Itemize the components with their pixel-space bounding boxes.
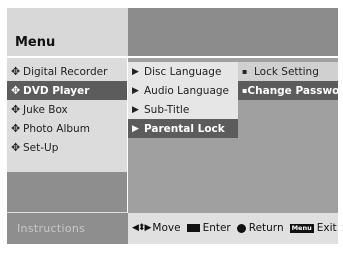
sub-menu-item-label: Sub-Title [144,103,190,116]
option-item-label: Change Password [247,84,338,97]
return-hint: Return [236,222,284,234]
dvd-menu-screen: Menu ✥ Digital Recorder ✥ DVD Player ✥ J… [0,0,343,262]
menu-key-icon: Menu [289,223,314,233]
key-hints-bar: ◀⬍▶ Move Enter Return Menu Exit [128,213,338,244]
enter-hint-label: Enter [202,222,231,234]
dot-icon: ▪ [242,67,248,76]
instructions-panel: Instructions [7,213,128,244]
main-menu-item-digital-recorder[interactable]: ✥ Digital Recorder [7,62,127,81]
option-item-change-password[interactable]: ▪ Change Password [238,81,338,100]
move-hint: ◀⬍▶ Move [132,222,181,234]
sub-menu-item-label: Parental Lock [144,122,225,135]
main-menu-item-dvd-player[interactable]: ✥ DVD Player [7,81,127,100]
sub-menu-item-sub-title[interactable]: ▶ Sub-Title [128,100,238,119]
main-menu-panel-bottom [7,172,127,212]
main-menu-item-label: Juke Box [23,103,68,116]
plus-icon: ✥ [11,103,21,116]
plus-icon: ✥ [11,122,21,135]
chevron-right-icon: ▶ [132,85,139,96]
menu-title: Menu [15,35,56,50]
plus-icon: ✥ [11,65,21,78]
main-menu-item-photo-album[interactable]: ✥ Photo Album [7,119,127,138]
sub-menu-item-label: Audio Language [144,84,229,97]
option-item-lock-setting[interactable]: ▪ Lock Setting [238,62,338,81]
four-way-arrow-icon: ◀⬍▶ [132,223,151,233]
chevron-right-icon: ▶ [132,104,139,115]
sub-menu-item-audio-language[interactable]: ▶ Audio Language [128,81,238,100]
move-hint-label: Move [152,222,181,234]
main-menu-item-set-up[interactable]: ✥ Set-Up [7,138,127,157]
instructions-label: Instructions [17,222,86,235]
chevron-right-icon: ▶ [132,123,139,134]
plus-icon: ✥ [11,141,21,154]
main-menu-item-label: Set-Up [23,141,59,154]
dot-icon: ▪ [242,86,248,95]
enter-key-icon [186,224,200,232]
sub-menu-item-disc-language[interactable]: ▶ Disc Language [128,62,238,81]
header-bar-right [128,8,338,56]
option-item-label: Lock Setting [254,65,319,78]
main-menu-item-label: Digital Recorder [23,65,108,78]
sub-menu-item-parental-lock[interactable]: ▶ Parental Lock [128,119,238,138]
main-menu-item-juke-box[interactable]: ✥ Juke Box [7,100,127,119]
plus-icon: ✥ [11,84,21,97]
main-menu-item-label: DVD Player [23,84,90,97]
exit-hint: Menu Exit [289,222,337,234]
return-circle-icon [236,223,246,233]
exit-hint-label: Exit [316,222,337,234]
enter-hint: Enter [186,222,231,234]
menu-header: Menu [7,8,128,56]
return-hint-label: Return [248,222,284,234]
main-menu-item-label: Photo Album [23,122,90,135]
sub-menu-item-label: Disc Language [144,65,222,78]
chevron-right-icon: ▶ [132,66,139,77]
